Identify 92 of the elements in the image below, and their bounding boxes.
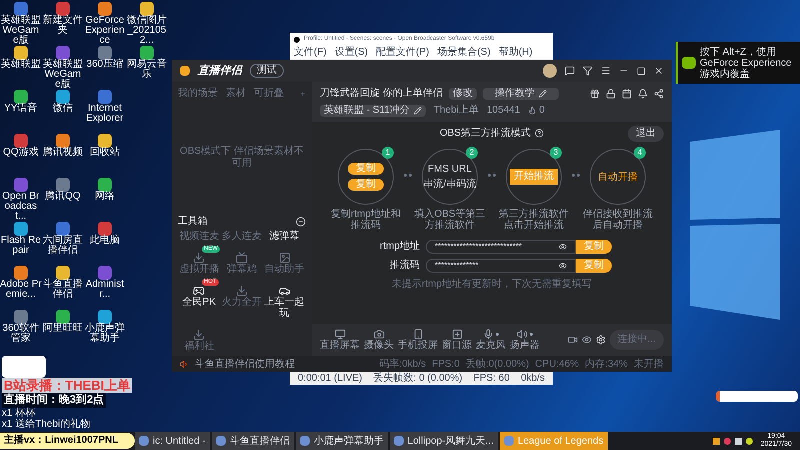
- shortcut-label: 英雄联盟WeGame版: [0, 16, 42, 46]
- scene-tab[interactable]: 素材: [226, 86, 246, 101]
- menu-item[interactable]: 场景集合(S): [437, 47, 491, 58]
- step-number-badge: 1: [382, 147, 394, 159]
- toolbar-button[interactable]: 直播屏幕: [320, 328, 360, 352]
- shortcut-label: YY语音: [3, 104, 39, 114]
- menu-item[interactable]: 文件(F): [294, 47, 327, 58]
- shortcut-label: QQ游戏: [2, 148, 40, 158]
- tool-button[interactable]: 滤弹幕: [263, 231, 306, 242]
- shortcut-label: Internet Explorer: [85, 104, 125, 124]
- exit-button[interactable]: 退出: [628, 126, 664, 142]
- auto-start-label: 自动开播: [598, 170, 638, 184]
- status-text: 0kb/s: [521, 373, 545, 384]
- step-number-badge: 4: [634, 147, 646, 159]
- popularity-count: 0: [539, 104, 545, 118]
- shortcut-label: 阿里旺旺: [42, 324, 84, 334]
- overlay-text: B站录播：THEBI上单: [2, 378, 132, 393]
- taskbar-item[interactable]: 斗鱼直播伴侣: [212, 432, 294, 450]
- version-badge[interactable]: 测试: [250, 64, 284, 78]
- shortcut-label: 360软件管家: [2, 324, 40, 344]
- shortcut-label: 微信: [52, 104, 74, 114]
- shortcut-label: 回收站: [89, 148, 121, 158]
- tutorial-button[interactable]: 操作教学: [482, 88, 559, 100]
- stream-title: 刀锋武器回旋 你的上单伴侣: [320, 86, 443, 101]
- shortcut-label: Open Broadcast...: [1, 192, 41, 222]
- gift-text: x1 送给Thebi的礼物: [2, 419, 90, 430]
- shortcut-label: 六间房直播伴侣: [42, 236, 84, 256]
- status-text: 丢帧:0(0.00%): [466, 358, 530, 372]
- shortcut-label: 腾讯视频: [42, 148, 84, 158]
- notification-text: 按下 Alt+Z，使用 GeForce Experience 游戏内覆盖: [700, 46, 793, 80]
- menu-item[interactable]: 设置(S): [334, 47, 368, 58]
- shortcut-label: 小鹿声弹幕助手: [84, 324, 126, 344]
- shortcut-label: Administr...: [84, 280, 126, 300]
- app-name: 直播伴侣: [198, 64, 242, 79]
- gift-text: x1 杯杯: [2, 408, 36, 419]
- taskbar-item[interactable]: 小鹿声弹幕助手: [296, 432, 388, 450]
- step-caption: 填入OBS等第三方推流软件: [413, 209, 487, 231]
- scene-unavailable-text: OBS模式下 伴侣场景素材不可用: [179, 146, 305, 170]
- step-caption: 第三方推流软件点击开始推流: [498, 209, 570, 231]
- shortcut-label: GeForce Experience: [84, 16, 126, 46]
- step-number-badge: 3: [550, 147, 562, 159]
- status-text: FPS: 60: [474, 373, 510, 384]
- status-text: 丢失帧数: 0 (0.00%): [374, 373, 463, 384]
- host-name: Thebi上单: [434, 104, 479, 118]
- menu-item[interactable]: 配置文件(P): [376, 47, 430, 58]
- taskbar-item[interactable]: ic: Untitled -: [135, 432, 210, 450]
- scene-tab[interactable]: 我的场景: [178, 86, 218, 101]
- shortcut-label: 英雄联盟WeGame版: [42, 60, 84, 90]
- toolbar-button[interactable]: 窗口源: [442, 328, 472, 352]
- shortcut-label: 英雄联盟: [0, 60, 42, 70]
- scene-tab[interactable]: 可折叠: [254, 86, 284, 101]
- shortcut-label: 网络: [94, 192, 116, 202]
- field-label: 推流码: [389, 258, 420, 273]
- taskbar-item[interactable]: Lollipop-风舞九天...: [390, 432, 498, 450]
- menu-item[interactable]: 帮助(H): [498, 47, 533, 58]
- tutorial-link[interactable]: 斗鱼直播伴侣使用教程: [195, 356, 295, 372]
- edit-button[interactable]: 修改: [448, 88, 477, 100]
- room-number: 105441: [486, 104, 520, 118]
- step-number-badge: 2: [466, 147, 478, 159]
- status-text: FPS:0: [432, 358, 460, 372]
- shortcut-label: 360压缩: [86, 60, 124, 70]
- overlay-text: 直播时间：晚3到2点: [2, 393, 106, 408]
- toolbar-button[interactable]: 摄像头: [364, 328, 394, 352]
- input-field[interactable]: **************: [426, 258, 576, 272]
- field-label: 串流/串码流: [424, 179, 476, 190]
- step-caption: 复制rtmp地址和推流码: [330, 209, 402, 231]
- input-field[interactable]: ****************************: [426, 240, 576, 254]
- mode-heading: OBS第三方推流模式: [440, 126, 532, 141]
- shortcut-label: 腾讯QQ: [44, 192, 82, 202]
- toolbar-button[interactable]: 手机投屏: [398, 328, 438, 352]
- shortcut-label: Adobe Premie...: [0, 280, 42, 300]
- status-text: 未开播: [634, 358, 664, 372]
- toolbox-title: 工具箱: [178, 215, 208, 229]
- status-text: CPU:46%: [535, 358, 580, 372]
- shortcut-label: 新建文件夹: [42, 16, 84, 36]
- hint-text: 未提示rtmp地址有更新时，下次无需重复填写: [392, 278, 592, 292]
- shortcut-label: 此电脑: [89, 236, 121, 246]
- tool-button[interactable]: 上车一起玩: [263, 279, 306, 319]
- field-label: rtmp地址: [379, 240, 420, 254]
- status-text: 0:00:01 (LIVE): [298, 373, 362, 384]
- category-button[interactable]: 英雄联盟 - S11冲分: [320, 104, 426, 116]
- toolbar-button[interactable]: 麦克风: [476, 328, 506, 352]
- toolbar-button[interactable]: 扬声器: [510, 328, 540, 352]
- contact-banner: 主播vx：Linwei1007PNL: [0, 433, 135, 449]
- shortcut-label: 网易云音乐: [126, 60, 168, 80]
- step-caption: 伴侣接收到推流后自动开播: [582, 209, 654, 231]
- field-label: FMS URL: [428, 164, 472, 175]
- shortcut-label: Flash Repair: [0, 236, 42, 256]
- status-text: 内存:34%: [585, 358, 628, 372]
- shortcut-label: 微信图片_2021052...: [126, 16, 168, 46]
- shortcut-label: 斗鱼直播伴侣: [42, 280, 84, 300]
- status-text: 码率:0kb/s: [379, 358, 426, 372]
